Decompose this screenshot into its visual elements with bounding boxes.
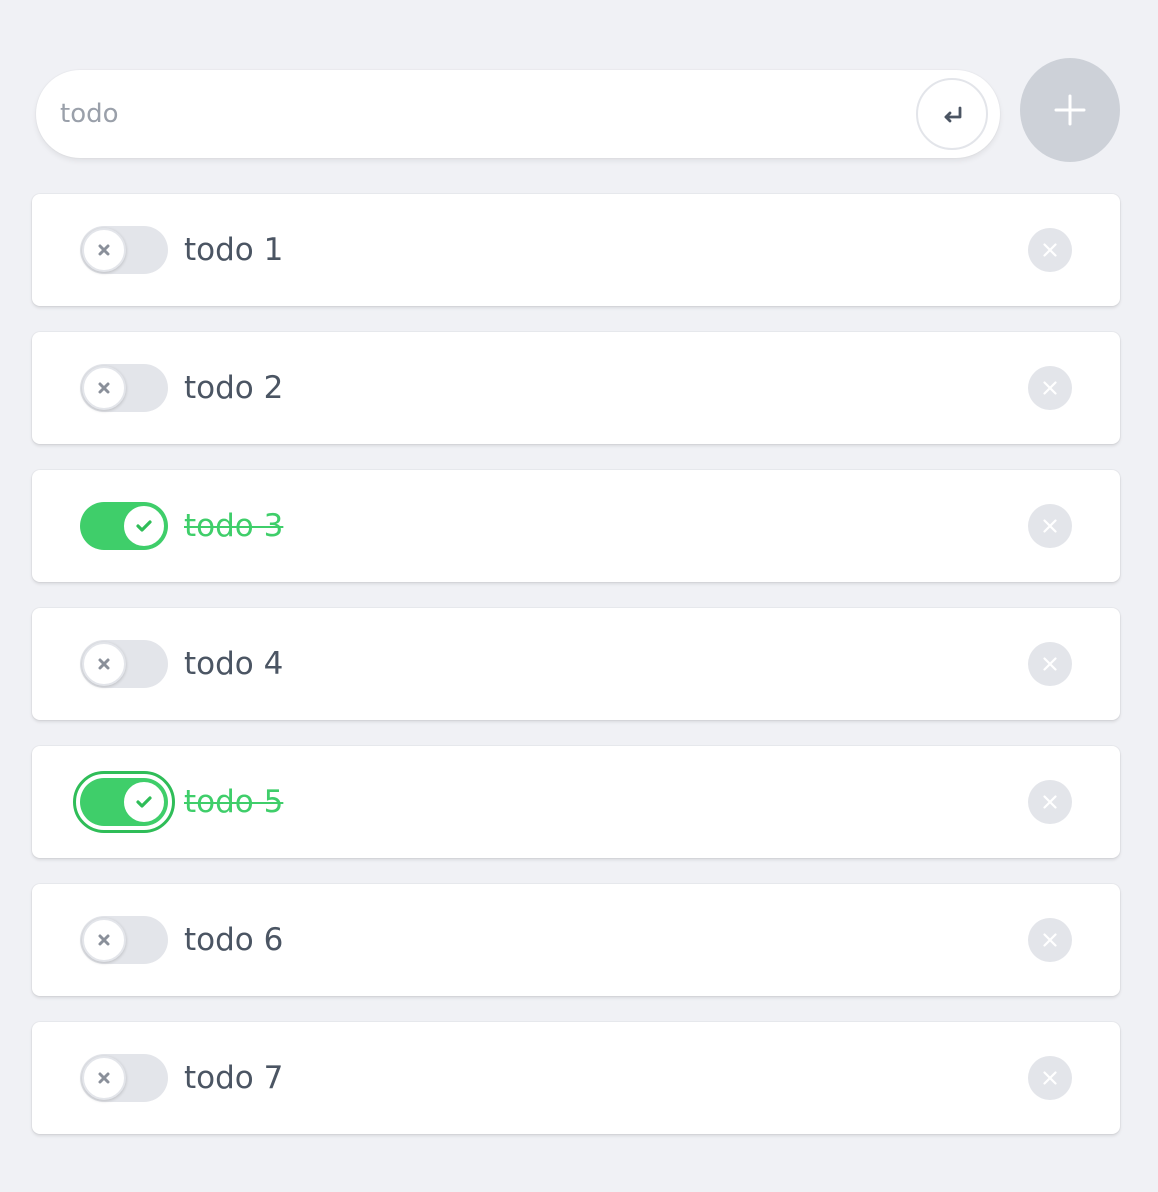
todo-toggle[interactable]: [80, 502, 168, 550]
todo-label: todo 1: [184, 232, 284, 268]
todo-app: todo 1 todo 2 todo 3 todo 4 todo 5 todo 6 todo…: [0, 0, 1158, 1192]
delete-todo-button[interactable]: [1028, 504, 1072, 548]
toggle-knob: [82, 1056, 126, 1100]
plus-icon: [1054, 94, 1086, 126]
todo-label: todo 3: [184, 508, 284, 544]
check-icon: [136, 796, 152, 808]
toggle-knob: [82, 366, 126, 410]
close-icon: [1043, 519, 1057, 533]
todo-input-container: [36, 70, 1000, 158]
delete-todo-button[interactable]: [1028, 642, 1072, 686]
todo-label: todo 5: [184, 784, 284, 820]
toggle-knob: [82, 642, 126, 686]
todo-item: todo 1: [32, 194, 1120, 306]
close-icon: [1043, 243, 1057, 257]
toggle-knob: [82, 918, 126, 962]
toggle-knob: [122, 780, 166, 824]
todo-label: todo 2: [184, 370, 284, 406]
todo-item: todo 7: [32, 1022, 1120, 1134]
todo-list: todo 1 todo 2 todo 3 todo 4 todo 5 todo 6 todo…: [32, 194, 1120, 1160]
close-icon: [1043, 933, 1057, 947]
check-icon: [136, 520, 152, 532]
todo-item: todo 3: [32, 470, 1120, 582]
todo-label: todo 7: [184, 1060, 284, 1096]
todo-item: todo 2: [32, 332, 1120, 444]
x-icon: [98, 1072, 110, 1084]
todo-toggle[interactable]: [80, 640, 168, 688]
delete-todo-button[interactable]: [1028, 918, 1072, 962]
todo-toggle[interactable]: [73, 771, 175, 833]
todo-label: todo 4: [184, 646, 284, 682]
todo-input[interactable]: [60, 90, 900, 138]
delete-todo-button[interactable]: [1028, 1056, 1072, 1100]
enter-button[interactable]: [916, 78, 988, 150]
todo-item: todo 4: [32, 608, 1120, 720]
delete-todo-button[interactable]: [1028, 780, 1072, 824]
enter-arrow-icon: [944, 106, 962, 123]
todo-item: todo 5: [32, 746, 1120, 858]
todo-label: todo 6: [184, 922, 284, 958]
x-icon: [98, 934, 110, 946]
todo-toggle[interactable]: [80, 1054, 168, 1102]
toggle-knob: [122, 504, 166, 548]
x-icon: [98, 658, 110, 670]
todo-toggle[interactable]: [80, 226, 168, 274]
delete-todo-button[interactable]: [1028, 366, 1072, 410]
close-icon: [1043, 795, 1057, 809]
delete-todo-button[interactable]: [1028, 228, 1072, 272]
toggle-knob: [82, 228, 126, 272]
todo-item: todo 6: [32, 884, 1120, 996]
close-icon: [1043, 381, 1057, 395]
todo-toggle[interactable]: [80, 364, 168, 412]
todo-toggle[interactable]: [80, 916, 168, 964]
x-icon: [98, 244, 110, 256]
x-icon: [98, 382, 110, 394]
close-icon: [1043, 1071, 1057, 1085]
add-todo-button[interactable]: [1020, 58, 1120, 162]
close-icon: [1043, 657, 1057, 671]
